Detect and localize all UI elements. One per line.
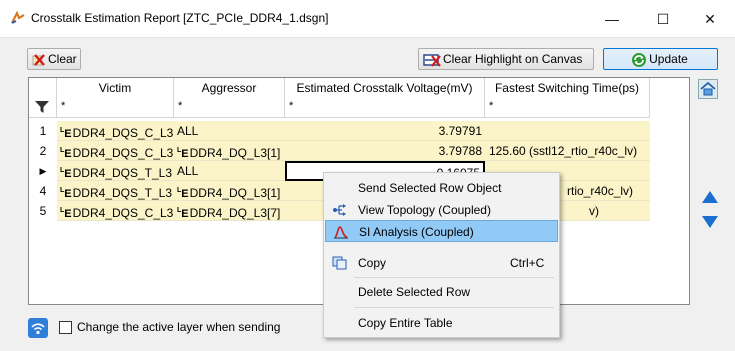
aggressor-cell[interactable]: LEDDR4_DQ_L3[7] [174, 201, 285, 221]
aggressor-cell[interactable]: LEDDR4_DQ_L3[1] [174, 141, 285, 161]
minimize-button[interactable]: — [589, 6, 635, 32]
table-row[interactable]: 1 LEDDR4_DQS_C_L3 ALL 3.79791 [29, 121, 650, 141]
wireless-icon [31, 323, 45, 335]
column-header-switching-time[interactable]: Fastest Switching Time(ps) * [485, 78, 650, 118]
filter-icon[interactable] [35, 101, 49, 113]
net-icon: LE [177, 147, 189, 160]
victim-cell[interactable]: LEDDR4_DQS_T_L3 [57, 181, 174, 201]
column-label: Fastest Switching Time(ps) [494, 81, 640, 95]
move-up-icon[interactable] [700, 187, 720, 207]
clear-button-label: Clear [48, 52, 77, 66]
title-bar: Crosstalk Estimation Report [ZTC_PCIe_DD… [0, 0, 735, 38]
send-button[interactable] [28, 318, 48, 338]
menu-item-si-analysis[interactable]: SI Analysis (Coupled) [325, 220, 558, 242]
update-button[interactable]: Update [603, 48, 718, 70]
close-button[interactable]: ✕ [687, 6, 733, 32]
menu-separator [354, 307, 554, 308]
switching-time-cell[interactable]: 125.60 (sstl12_rtio_r40c_lv) [485, 141, 650, 161]
refresh-icon [632, 52, 647, 67]
copy-icon [332, 256, 347, 270]
row-selector-arrow: ▶ [29, 161, 57, 181]
clear-highlight-icon [423, 54, 441, 67]
menu-item-copy-entire-table[interactable]: Copy Entire Table [325, 312, 558, 334]
victim-cell[interactable]: LEDDR4_DQS_T_L3 [57, 161, 174, 181]
column-label: Aggressor [201, 81, 257, 95]
net-icon: LE [177, 187, 189, 200]
menu-item-view-topology[interactable]: View Topology (Coupled) [325, 199, 558, 221]
filter-cell[interactable]: * [178, 100, 182, 112]
menu-separator [354, 277, 554, 278]
filter-cell[interactable]: * [61, 100, 65, 112]
filter-cell[interactable]: * [489, 100, 493, 112]
red-x-icon [32, 54, 45, 66]
home-button[interactable] [698, 79, 718, 99]
context-menu: Send Selected Row Object View Topology (… [323, 172, 560, 338]
column-header-victim[interactable]: Victim * [57, 78, 174, 118]
aggressor-cell[interactable]: ALL [174, 121, 285, 141]
change-active-layer-checkbox[interactable] [59, 321, 72, 334]
table-row[interactable]: 2 LEDDR4_DQS_C_L3 LEDDR4_DQ_L3[1] 3.7978… [29, 141, 650, 161]
menu-item-copy[interactable]: Copy Ctrl+C [325, 252, 558, 274]
voltage-cell[interactable]: 3.79788 [285, 141, 485, 161]
column-header-voltage[interactable]: Estimated Crosstalk Voltage(mV) * [285, 78, 485, 118]
aggressor-cell[interactable]: LEDDR4_DQ_L3[1] [174, 181, 285, 201]
row-index: 5 [29, 201, 57, 221]
voltage-cell[interactable]: 3.79791 [285, 121, 485, 141]
app-logo-icon [11, 11, 25, 24]
net-icon: LE [60, 187, 72, 200]
net-icon: LE [177, 207, 189, 220]
row-index: 2 [29, 141, 57, 161]
switching-time-cell[interactable] [485, 121, 650, 141]
menu-item-send-selected-row[interactable]: Send Selected Row Object [325, 177, 558, 199]
victim-cell[interactable]: LEDDR4_DQS_C_L3 [57, 121, 174, 141]
net-icon: LE [60, 147, 72, 160]
change-active-layer-label: Change the active layer when sending [77, 320, 281, 334]
window-title: Crosstalk Estimation Report [ZTC_PCIe_DD… [31, 11, 329, 25]
home-icon [700, 81, 716, 96]
copy-shortcut: Ctrl+C [510, 256, 545, 270]
row-index: 1 [29, 121, 57, 141]
column-label: Estimated Crosstalk Voltage(mV) [296, 81, 473, 95]
row-index: 4 [29, 181, 57, 201]
maximize-button[interactable]: ☐ [640, 6, 686, 32]
column-header-aggressor[interactable]: Aggressor * [174, 78, 285, 118]
victim-cell[interactable]: LEDDR4_DQS_C_L3 [57, 141, 174, 161]
menu-item-delete-selected-row[interactable]: Delete Selected Row [325, 281, 558, 303]
row-header-corner [29, 78, 57, 118]
clear-highlight-label: Clear Highlight on Canvas [443, 52, 583, 66]
net-icon: LE [60, 167, 72, 180]
si-analysis-icon [334, 226, 348, 239]
clear-highlight-button[interactable]: Clear Highlight on Canvas [418, 48, 594, 70]
victim-cell[interactable]: LEDDR4_DQS_C_L3 [57, 201, 174, 221]
column-label: Victim [98, 81, 132, 95]
filter-cell[interactable]: * [289, 100, 293, 112]
aggressor-cell[interactable]: ALL [174, 161, 285, 181]
toolbar: Clear Clear Highlight on Canvas Update [0, 39, 735, 75]
net-icon: LE [60, 207, 72, 220]
update-button-label: Update [649, 52, 688, 66]
topology-icon [333, 204, 346, 216]
net-icon: LE [60, 127, 72, 140]
clear-button[interactable]: Clear [27, 48, 81, 70]
move-down-icon[interactable] [700, 212, 720, 232]
